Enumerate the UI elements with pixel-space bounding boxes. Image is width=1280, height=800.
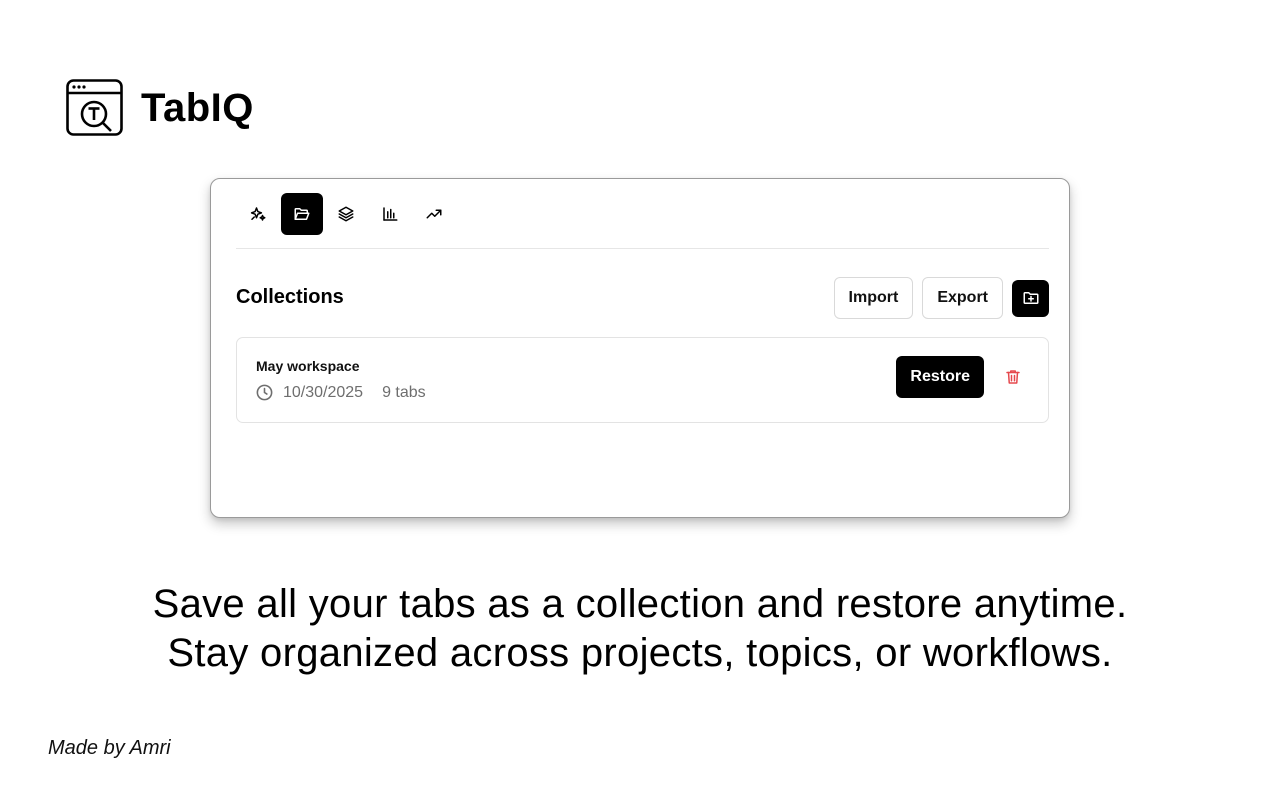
folder-plus-icon	[1023, 292, 1038, 304]
brand-name: TabIQ	[141, 85, 254, 130]
bar-chart-icon	[383, 207, 398, 221]
brand: TabIQ	[66, 79, 254, 136]
collection-card: May workspace 10/30/2025 9 tabs Restore	[236, 337, 1049, 423]
folder-open-icon	[294, 208, 310, 220]
toolbar-divider	[236, 248, 1049, 249]
delete-button[interactable]	[1002, 366, 1024, 388]
trash-icon	[1006, 370, 1020, 384]
collection-name: May workspace	[256, 358, 360, 374]
extension-panel: Collections Import Export May workspace …	[210, 178, 1070, 518]
toolbar	[237, 193, 455, 235]
tab-trends[interactable]	[413, 193, 455, 235]
clock-icon	[256, 384, 273, 401]
export-button[interactable]: Export	[922, 277, 1003, 319]
tagline-line-1: Save all your tabs as a collection and r…	[152, 582, 1128, 626]
credit: Made by Amri	[48, 737, 171, 759]
collection-tab-count: 9 tabs	[382, 383, 426, 401]
tagline-line-2: Stay organized across projects, topics, …	[167, 631, 1113, 675]
collection-actions: Import Export	[833, 277, 1049, 319]
tab-collections[interactable]	[281, 193, 323, 235]
restore-button[interactable]: Restore	[896, 356, 984, 398]
import-button[interactable]: Import	[833, 277, 914, 319]
tab-groups[interactable]	[325, 193, 367, 235]
tagline: Save all your tabs as a collection and r…	[0, 580, 1280, 678]
tab-stats[interactable]	[369, 193, 411, 235]
tab-ai-actions[interactable]	[237, 193, 279, 235]
collection-date: 10/30/2025	[283, 383, 364, 401]
section-title: Collections	[236, 286, 344, 308]
collection-meta: 10/30/2025 9 tabs	[255, 383, 426, 402]
new-collection-button[interactable]	[1012, 279, 1049, 317]
layers-icon	[338, 206, 354, 222]
sparkles-icon	[250, 207, 266, 221]
trending-up-icon	[426, 209, 442, 219]
browser-search-icon	[66, 79, 123, 136]
